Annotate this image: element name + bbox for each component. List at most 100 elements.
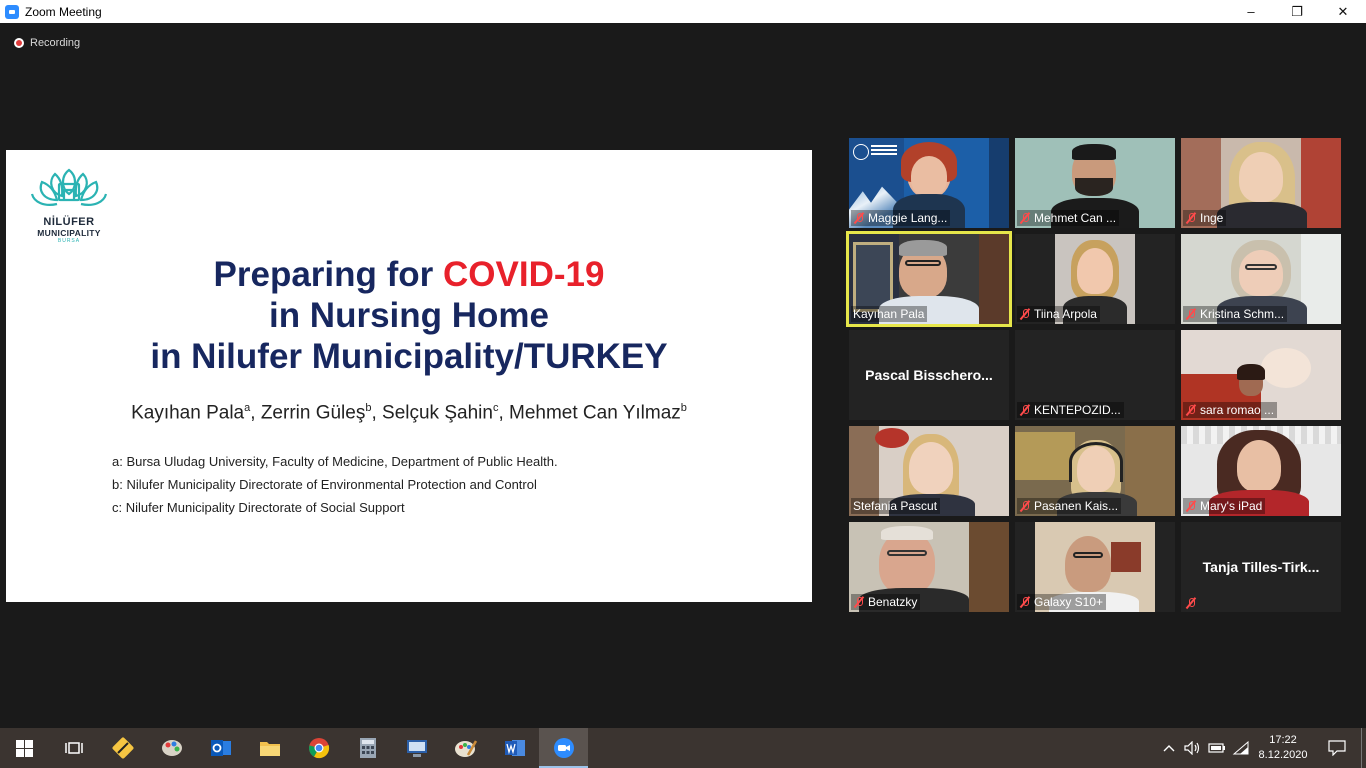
title-highlight: COVID-19 bbox=[443, 255, 605, 294]
participant-name-label: Galaxy S10+ bbox=[1017, 594, 1107, 610]
participant-tile[interactable]: Mehmet Can ... bbox=[1015, 138, 1175, 228]
taskbar-zoom[interactable] bbox=[539, 728, 588, 768]
taskbar-word[interactable] bbox=[490, 728, 539, 768]
participant-tile[interactable]: Inge bbox=[1181, 138, 1341, 228]
author-name: Mehmet Can Yılmaz bbox=[509, 402, 681, 424]
participant-tile-active-speaker[interactable]: Kayıhan Pala bbox=[846, 231, 1012, 327]
participant-name-label: Tiina Arpola bbox=[1017, 306, 1100, 322]
taskbar-chrome[interactable] bbox=[294, 728, 343, 768]
word-icon bbox=[504, 740, 525, 756]
participant-name-label: Benatzky bbox=[851, 594, 921, 610]
system-tray: 17:22 8.12.2020 bbox=[1157, 728, 1366, 768]
participant-tile[interactable]: Stefania Pascut bbox=[849, 426, 1009, 516]
recording-indicator[interactable]: Recording bbox=[14, 37, 80, 49]
author-sup: b bbox=[680, 402, 687, 414]
app-icon bbox=[406, 740, 427, 757]
participant-tile[interactable]: Tiina Arpola bbox=[1015, 234, 1175, 324]
logo-text-line3: BURSA bbox=[57, 238, 81, 244]
recording-label: Recording bbox=[30, 37, 81, 49]
participant-name-label: Maggie Lang... bbox=[851, 210, 951, 226]
meeting-area: Recording NİLÜFER MUNICIPALITY BURSA Pre… bbox=[0, 23, 1366, 728]
shared-screen-slide: NİLÜFER MUNICIPALITY BURSA Preparing for… bbox=[6, 150, 812, 602]
clock-date: 8.12.2020 bbox=[1258, 749, 1308, 761]
participant-tile[interactable]: Benatzky bbox=[849, 522, 1009, 612]
task-view-button[interactable] bbox=[49, 728, 98, 768]
zoom-icon bbox=[553, 738, 574, 758]
folder-icon bbox=[259, 742, 280, 756]
affiliation-line: a: Bursa Uludag University, Faculty of M… bbox=[112, 454, 558, 469]
participant-tile[interactable]: KENTEPOZID... bbox=[1015, 330, 1175, 420]
tray-chevron-up-icon[interactable] bbox=[1157, 728, 1181, 768]
muted-mic-icon bbox=[1019, 212, 1031, 224]
muted-mic-icon bbox=[1185, 404, 1197, 416]
title-line3: in Nilufer Municipality/TURKEY bbox=[150, 337, 668, 376]
taskbar-app-2[interactable] bbox=[147, 728, 196, 768]
participant-tile[interactable]: Maggie Lang... bbox=[849, 138, 1009, 228]
outlook-icon bbox=[210, 740, 231, 756]
participant-tile[interactable]: Mary's iPad bbox=[1181, 426, 1341, 516]
slide-title: Preparing for COVID-19 in Nursing Home i… bbox=[6, 254, 812, 377]
participant-tile[interactable]: Pasanen Kais... bbox=[1015, 426, 1175, 516]
participant-name-label: Mehmet Can ... bbox=[1017, 210, 1120, 226]
window-title: Zoom Meeting bbox=[25, 4, 102, 19]
author-sup: b bbox=[365, 402, 372, 414]
start-button[interactable] bbox=[0, 728, 49, 768]
windows-taskbar: 17:22 8.12.2020 bbox=[0, 728, 1366, 768]
close-button[interactable]: ✕ bbox=[1320, 0, 1366, 23]
notification-icon[interactable] bbox=[1313, 728, 1361, 768]
wifi-icon[interactable] bbox=[1229, 728, 1253, 768]
taskbar-app-3[interactable] bbox=[392, 728, 441, 768]
app-icon bbox=[161, 740, 182, 756]
muted-mic-icon bbox=[1019, 596, 1031, 608]
author-sup: c bbox=[492, 402, 499, 414]
muted-mic-icon bbox=[1185, 212, 1197, 224]
title-line2: in Nursing Home bbox=[268, 296, 550, 335]
participant-name-center: Tanja Tilles-Tirk... bbox=[1202, 559, 1320, 575]
participant-name-label: Stefania Pascut bbox=[851, 498, 941, 514]
participant-name-label: KENTEPOZID... bbox=[1017, 402, 1124, 418]
app-icon bbox=[112, 737, 133, 759]
calculator-icon bbox=[359, 738, 376, 758]
show-desktop-button[interactable] bbox=[1361, 728, 1366, 768]
minimize-button[interactable]: – bbox=[1228, 0, 1274, 23]
muted-mic-icon bbox=[1185, 500, 1197, 512]
taskbar-calculator[interactable] bbox=[343, 728, 392, 768]
clock-time: 17:22 bbox=[1269, 734, 1297, 746]
muted-mic-icon bbox=[1019, 404, 1031, 416]
participant-tile[interactable]: Galaxy S10+ bbox=[1015, 522, 1175, 612]
taskbar-paint[interactable] bbox=[441, 728, 490, 768]
muted-mic-icon bbox=[853, 596, 865, 608]
logo-text-line1: NİLÜFER bbox=[43, 216, 95, 228]
participant-name-label: Inge bbox=[1183, 210, 1227, 226]
zoom-app-icon bbox=[5, 4, 19, 19]
window-titlebar: Zoom Meeting – ❐ ✕ bbox=[0, 0, 1366, 23]
author-name: Zerrin Güleş bbox=[260, 402, 366, 424]
participant-tile[interactable]: sara romao ... bbox=[1181, 330, 1341, 420]
battery-icon[interactable] bbox=[1205, 728, 1229, 768]
task-view-icon bbox=[64, 742, 83, 754]
paint-icon bbox=[454, 740, 477, 757]
participant-name-label: Pasanen Kais... bbox=[1017, 498, 1122, 514]
volume-icon[interactable] bbox=[1181, 728, 1205, 768]
participant-name-label: Kayıhan Pala bbox=[851, 306, 928, 322]
muted-mic-icon bbox=[1185, 308, 1197, 320]
logo-text-line2: MUNICIPALITY bbox=[37, 228, 101, 238]
taskbar-outlook[interactable] bbox=[196, 728, 245, 768]
taskbar-file-explorer[interactable] bbox=[245, 728, 294, 768]
participant-tile[interactable]: Tanja Tilles-Tirk... bbox=[1181, 522, 1341, 612]
restore-button[interactable]: ❐ bbox=[1274, 0, 1320, 23]
recording-icon bbox=[14, 38, 24, 48]
taskbar-clock[interactable]: 17:22 8.12.2020 bbox=[1253, 733, 1313, 763]
windows-logo-icon bbox=[16, 739, 33, 757]
participant-tile[interactable]: Kristina Schm... bbox=[1181, 234, 1341, 324]
muted-mic-icon bbox=[1185, 597, 1197, 609]
slide-affiliations: a: Bursa Uludag University, Faculty of M… bbox=[112, 450, 558, 519]
title-part1: Preparing for bbox=[213, 255, 444, 294]
participant-tile[interactable]: Pascal Bisschero... bbox=[849, 330, 1009, 420]
slide-authors: Kayıhan Palaa, Zerrin Güleşb, Selçuk Şah… bbox=[131, 402, 687, 424]
participant-name-label: sara romao ... bbox=[1183, 402, 1278, 418]
author-name: Kayıhan Pala bbox=[131, 402, 245, 424]
window-controls: – ❐ ✕ bbox=[1228, 0, 1366, 23]
participant-name-label: Mary's iPad bbox=[1183, 498, 1266, 514]
taskbar-app-1[interactable] bbox=[98, 728, 147, 768]
